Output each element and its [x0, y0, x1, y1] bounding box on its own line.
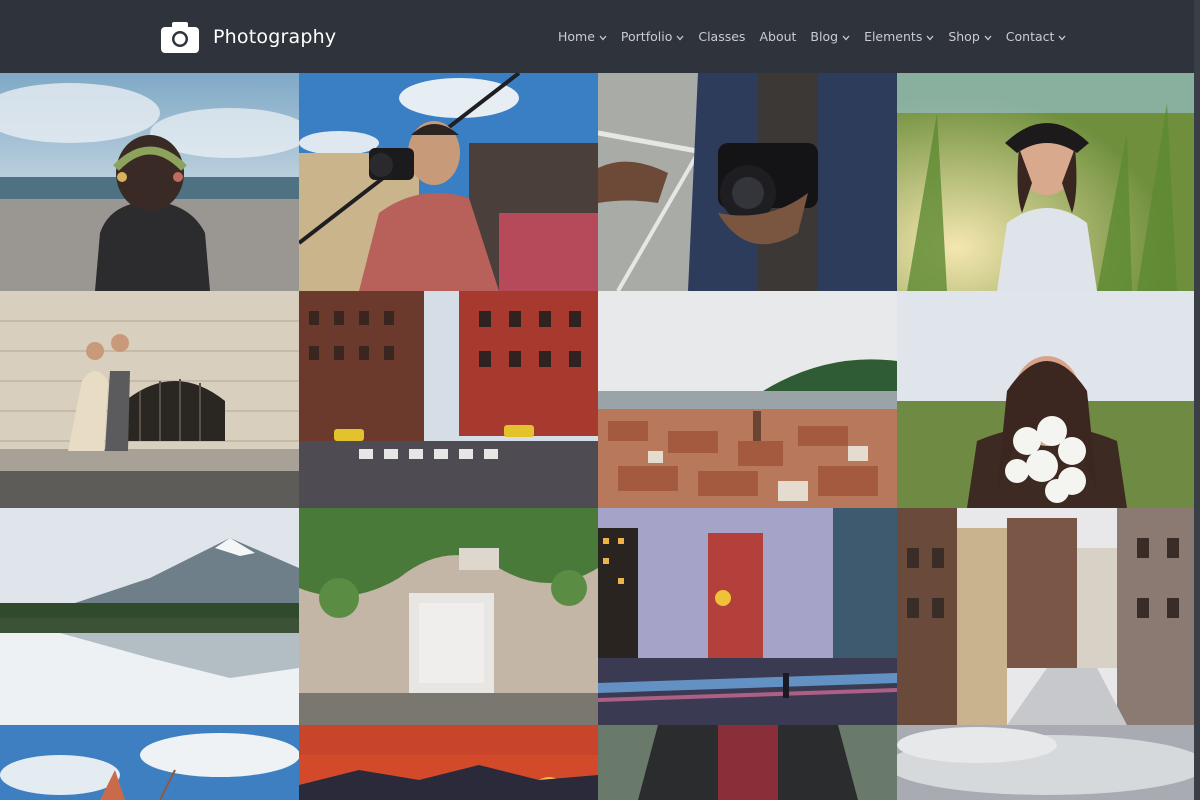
nav-label: Elements — [864, 29, 923, 44]
camera-icon — [161, 21, 199, 53]
gallery-photo-european-street-buildings[interactable] — [897, 508, 1196, 725]
nav-item-portfolio[interactable]: Portfolio — [621, 29, 684, 44]
gallery-photo-woman-with-white-flowers[interactable] — [897, 291, 1196, 508]
nav-item-blog[interactable]: Blog — [810, 29, 850, 44]
nav-label: Shop — [948, 29, 980, 44]
page-scrollbar[interactable] — [1194, 0, 1200, 800]
gallery-photo-couple-walking-stone-wall[interactable] — [0, 291, 299, 508]
nav-item-about[interactable]: About — [759, 29, 796, 44]
gallery-photo-city-street-crosswalk[interactable] — [299, 291, 598, 508]
gallery-photo-city-night-lights[interactable] — [598, 508, 897, 725]
gallery-photo-person-red-sweater[interactable] — [598, 725, 897, 800]
gallery-photo-photographer-with-camera[interactable] — [299, 73, 598, 291]
site-logo[interactable]: Photography — [161, 21, 336, 53]
nav-item-shop[interactable]: Shop — [948, 29, 992, 44]
gallery-photo-hands-holding-canon-camera[interactable] — [598, 73, 897, 291]
nav-label: About — [759, 29, 797, 44]
main-nav: Home Portfolio Classes About Blog Elemen… — [558, 29, 1066, 44]
gallery-photo-sunset-mountains[interactable] — [299, 725, 598, 800]
chevron-down-icon — [926, 29, 934, 44]
gallery-photo-woman-flower-crown-beach[interactable] — [0, 73, 299, 291]
chevron-down-icon — [984, 29, 992, 44]
gallery-photo-cloudy-sky[interactable] — [897, 725, 1196, 800]
chevron-down-icon — [842, 29, 850, 44]
chevron-down-icon — [1058, 29, 1066, 44]
nav-item-home[interactable]: Home — [558, 29, 607, 44]
site-title: Photography — [213, 26, 337, 48]
chevron-down-icon — [676, 29, 684, 44]
chevron-down-icon — [599, 29, 607, 44]
nav-item-classes[interactable]: Classes — [698, 29, 745, 44]
nav-item-elements[interactable]: Elements — [864, 29, 934, 44]
nav-label: Blog — [810, 29, 839, 44]
site-header: Photography Home Portfolio Classes About… — [0, 0, 1200, 73]
gallery-photo-mountain-lake-reflection[interactable] — [0, 508, 299, 725]
nav-label: Contact — [1005, 29, 1055, 44]
nav-label: Classes — [698, 29, 746, 44]
nav-label: Portfolio — [620, 29, 673, 44]
gallery-photo-sailboat-sky[interactable] — [0, 725, 299, 800]
gallery-photo-ivy-covered-wall[interactable] — [299, 508, 598, 725]
nav-label: Home — [558, 29, 595, 44]
gallery-photo-old-town-rooftops[interactable] — [598, 291, 897, 508]
gallery-photo-woman-in-cornfield[interactable] — [897, 73, 1196, 291]
nav-item-contact[interactable]: Contact — [1006, 29, 1067, 44]
photo-gallery — [0, 73, 1196, 800]
